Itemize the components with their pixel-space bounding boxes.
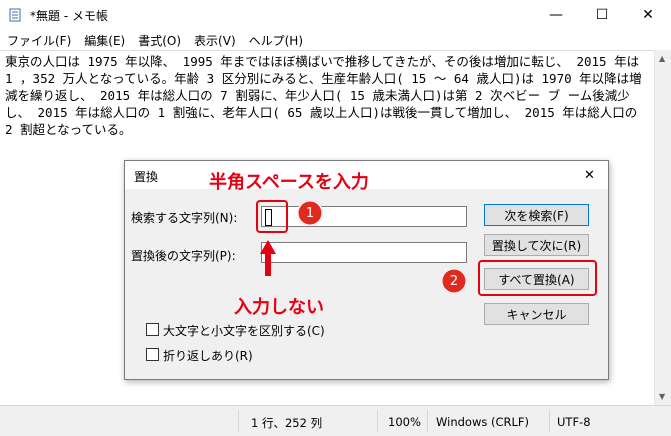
- annotation-step-1: 1: [297, 200, 323, 226]
- editor-content: 東京の人口は 1975 年以降、 1995 年まではほぼ横ばいで推移してきたが、…: [5, 54, 647, 137]
- find-label: 検索する文字列(N):: [131, 211, 238, 225]
- wrap-around-label: 折り返しあり(R): [163, 349, 253, 363]
- status-divider: [549, 410, 550, 432]
- status-zoom: 100%: [388, 415, 421, 429]
- match-case-checkbox[interactable]: [146, 323, 159, 336]
- status-line-ending: Windows (CRLF): [436, 415, 530, 429]
- menu-format[interactable]: 書式(O): [131, 30, 187, 50]
- wrap-around-checkbox[interactable]: [146, 348, 159, 361]
- match-case-label: 大文字と小文字を区別する(C): [163, 324, 325, 338]
- annotation-bottom-note: 入力しない: [234, 297, 324, 318]
- menu-view[interactable]: 表示(V): [187, 30, 242, 50]
- scroll-up-icon[interactable]: ▲: [659, 54, 665, 63]
- dialog-close-button[interactable]: ✕: [571, 161, 608, 189]
- annotation-highlight-replace-all: [478, 260, 597, 296]
- annotation-highlight-find: [256, 200, 288, 233]
- window-title: *無題 - メモ帳: [30, 9, 108, 23]
- close-button[interactable]: ✕: [625, 0, 671, 30]
- scroll-down-icon[interactable]: ▼: [659, 392, 665, 401]
- status-divider: [427, 410, 428, 432]
- close-icon: ✕: [642, 7, 654, 23]
- vertical-scrollbar[interactable]: ▲ ▼: [654, 50, 671, 405]
- menu-edit[interactable]: 編集(E): [77, 30, 131, 50]
- minimize-icon: —: [549, 7, 563, 23]
- status-position: 1 行、252 列: [251, 416, 323, 430]
- maximize-icon: ☐: [595, 7, 609, 23]
- status-divider: [377, 410, 378, 432]
- status-encoding: UTF-8: [557, 415, 591, 429]
- replace-next-button[interactable]: 置換して次に(R): [484, 234, 589, 256]
- close-icon: ✕: [584, 167, 595, 183]
- find-input[interactable]: [261, 206, 467, 227]
- annotation-top-note: 半角スペースを入力: [209, 172, 369, 193]
- menu-file[interactable]: ファイル(F): [0, 30, 77, 50]
- menu-bar: ファイル(F) 編集(E) 書式(O) 表示(V) ヘルプ(H): [0, 30, 671, 50]
- notepad-icon: [9, 8, 21, 22]
- status-divider: [238, 410, 239, 432]
- minimize-button[interactable]: —: [533, 0, 579, 30]
- title-bar: *無題 - メモ帳 — ☐ ✕: [0, 0, 671, 30]
- status-bar: 1 行、252 列 100% Windows (CRLF) UTF-8: [0, 405, 671, 436]
- annotation-arrow-icon: [260, 240, 276, 276]
- dialog-title: 置換: [134, 170, 159, 184]
- replace-input[interactable]: [261, 242, 467, 263]
- menu-help[interactable]: ヘルプ(H): [242, 30, 309, 50]
- find-next-button[interactable]: 次を検索(F): [484, 204, 589, 226]
- maximize-button[interactable]: ☐: [579, 0, 625, 30]
- replace-label: 置換後の文字列(P):: [131, 249, 236, 263]
- cancel-button[interactable]: キャンセル: [484, 303, 589, 325]
- annotation-step-2: 2: [441, 268, 467, 294]
